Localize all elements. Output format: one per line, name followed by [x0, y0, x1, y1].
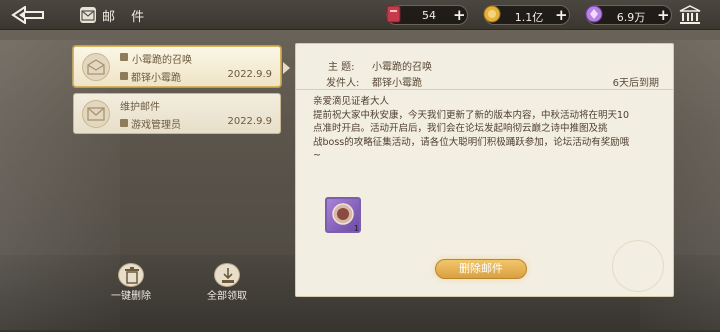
- mail-icon: [80, 7, 96, 23]
- subject-label: 主 题:: [328, 62, 355, 73]
- gold-coin-icon: [483, 5, 501, 23]
- back-button[interactable]: [8, 3, 48, 27]
- mail-title-icon: [120, 53, 128, 61]
- mail-body-line: 提前祝大家中秋安康，今天我们更新了新的版本内容，中秋活动将在明天10: [313, 109, 630, 121]
- top-bar: 邮 件 54 + 1.1亿 + 6.9万 +: [0, 0, 720, 30]
- delete-all-label: 一键删除: [111, 291, 151, 302]
- sender-icon: [120, 119, 128, 127]
- mail-date: 2022.9.9: [227, 69, 272, 80]
- delete-all-button[interactable]: 一键删除: [103, 263, 159, 303]
- mail-body-line: 亲爱滴见证者大人: [313, 96, 390, 107]
- ticket-icon: [385, 4, 403, 24]
- claim-all-button[interactable]: 全部领取: [199, 263, 255, 303]
- gold-counter: 1.1亿 +: [483, 5, 570, 25]
- mail-detail-panel: 主 题: 小霉跪的召唤 发件人: 都铎小霉跪 6天后到期 亲爱滴见证者大人 提前…: [295, 43, 674, 297]
- sender-icon: [120, 72, 128, 80]
- crystal-counter: 6.9万 +: [585, 5, 672, 25]
- add-gold-button[interactable]: +: [555, 8, 568, 23]
- mail-body-line: 战boss的攻略征集活动，请各位大聪明们积极踊跃参加，论坛活动有奖励哦: [313, 136, 630, 148]
- decorative-seal: [612, 240, 664, 292]
- envelope-open-icon: [82, 53, 110, 81]
- attachment-count: 1: [353, 224, 359, 233]
- mail-detail-header: 主 题: 小霉跪的召唤 发件人: 都铎小霉跪 6天后到期: [296, 44, 673, 90]
- mail-date: 2022.9.9: [227, 116, 272, 127]
- sender-value: 都铎小霉跪: [372, 78, 422, 89]
- trash-icon: [118, 263, 144, 287]
- page-title: 邮 件: [102, 10, 151, 25]
- mail-title: 小霉跪的召唤: [132, 55, 192, 66]
- crystal-value: 6.9万: [616, 11, 646, 24]
- add-crystal-button[interactable]: +: [657, 8, 670, 23]
- mail-sender: 游戏管理员: [131, 120, 181, 131]
- bank-icon[interactable]: [679, 5, 701, 25]
- sender-label: 发件人:: [326, 78, 360, 89]
- download-icon: [214, 263, 240, 287]
- mail-title: 维护邮件: [120, 102, 160, 113]
- ticket-counter: 54 +: [386, 5, 468, 25]
- mail-sender: 都铎小霉跪: [131, 73, 181, 84]
- subject-value: 小霉跪的召唤: [372, 62, 432, 73]
- mail-list-item[interactable]: 小霉跪的召唤 都铎小霉跪 2022.9.9: [73, 46, 281, 87]
- delete-mail-button[interactable]: 删除邮件: [435, 259, 527, 279]
- add-ticket-button[interactable]: +: [453, 8, 466, 23]
- crystal-icon: [585, 5, 603, 23]
- claim-all-label: 全部领取: [207, 291, 247, 302]
- gold-value: 1.1亿: [514, 11, 544, 24]
- mail-list-item[interactable]: 维护邮件 游戏管理员 2022.9.9: [73, 93, 281, 134]
- mail-body-line: ~: [313, 150, 321, 161]
- mail-body: 亲爱滴见证者大人 提前祝大家中秋安康，今天我们更新了新的版本内容，中秋活动将在明…: [313, 95, 653, 163]
- back-arrow-icon: [11, 6, 44, 24]
- mail-body-line: 点准时开启。活动开启后，我们会在论坛发起响彻云巅之诗中推图及挑: [313, 123, 608, 134]
- ticket-value: 54: [422, 9, 436, 22]
- expiry-text: 6天后到期: [612, 78, 659, 89]
- selected-arrow-icon: [283, 62, 290, 74]
- envelope-icon: [82, 100, 110, 128]
